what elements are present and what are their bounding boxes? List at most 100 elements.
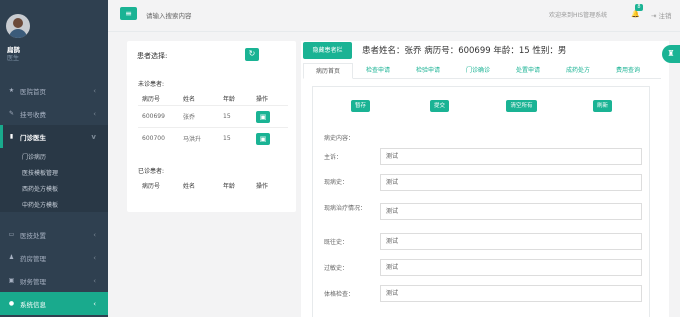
col-header: 姓名 (183, 95, 196, 103)
sidebar: 扁鹊 医生 ★ 医院首页 ‹ ✎ 挂号收费 ‹ ▮ 门诊医生 v 门诊病历 医技… (0, 0, 108, 317)
pending-title: 未诊患者: (138, 81, 165, 88)
user-profile: 扁鹊 医生 (0, 0, 108, 72)
field-label: 现病治疗情况： (324, 205, 367, 212)
person-icon: ♟ (8, 254, 15, 261)
cell-age: 15 (223, 135, 231, 142)
tab-fee-query[interactable]: 费用查询 (603, 63, 653, 79)
record-tabs: 病历首页 检查申请 检验申请 门诊确诊 处置申请 成药处方 费用查询 (303, 63, 661, 79)
col-header: 年龄 (223, 95, 236, 103)
chevron-down-icon: v (91, 132, 96, 141)
dot-icon: ● (8, 300, 15, 307)
cell-id: 600700 (142, 135, 165, 142)
cell-age: 15 (223, 113, 231, 120)
past-history-field[interactable]: 测试 (380, 233, 642, 250)
refresh-form-button[interactable]: 刷新 (593, 100, 612, 112)
sidebar-item-system[interactable]: ● 系统信息 ‹ (0, 292, 108, 315)
table-row[interactable]: 600699 张乔 15 ▣ (138, 105, 288, 127)
sidebar-nav: ★ 医院首页 ‹ ✎ 挂号收费 ‹ ▮ 门诊医生 v 门诊病历 医技模板管理 西… (0, 79, 108, 315)
sidebar-item-label: 门诊医生 (20, 133, 46, 142)
panel-title: 患者选择: (137, 52, 168, 60)
col-header: 姓名 (183, 182, 196, 190)
logout-button[interactable]: ⇥ 注销 (651, 10, 672, 20)
sidebar-item-label: 医技处置 (20, 231, 46, 240)
sidebar-subitem-tech-template[interactable]: 医技模板管理 (0, 164, 108, 180)
cell-name: 张乔 (183, 114, 196, 121)
allergy-field[interactable]: 测试 (380, 259, 642, 276)
sidebar-item-label: 财务管理 (20, 277, 46, 286)
record-panel: 隐藏患者栏 患者姓名：张乔 病历号：600699 年龄：15 性别：男 病历首页… (301, 41, 669, 317)
sidebar-item-pharmacy[interactable]: ♟ 药房管理 ‹ (0, 246, 108, 269)
clear-all-button[interactable]: 清空所有 (506, 100, 537, 112)
patient-select-panel: 患者选择: ↻ 未诊患者: 病历号 姓名 年龄 操作 600699 张乔 15 … (127, 41, 296, 212)
patient-info: 患者姓名：张乔 病历号：600699 年龄：15 性别：男 (362, 46, 567, 56)
sidebar-subitem-medical-record[interactable]: 门诊病历 (0, 148, 108, 164)
physical-exam-field[interactable]: 测试 (380, 285, 642, 302)
sidebar-item-outpatient-doctor[interactable]: ▮ 门诊医生 v (0, 125, 108, 148)
col-header: 年龄 (223, 182, 236, 190)
tab-diagnosis[interactable]: 门诊确诊 (453, 63, 503, 79)
sidebar-item-label: 系统信息 (20, 300, 46, 309)
sidebar-item-registration[interactable]: ✎ 挂号收费 ‹ (0, 102, 108, 125)
tab-treatment-request[interactable]: 处置申请 (503, 63, 553, 79)
field-label: 既往史： (324, 239, 349, 246)
tab-lab-request[interactable]: 检验申请 (403, 63, 453, 79)
cell-name: 马洪升 (183, 136, 202, 143)
section-label: 病史内容： (324, 135, 355, 142)
cell-action: ▣ (256, 110, 286, 123)
field-label: 现病史： (324, 179, 349, 186)
cell-id: 600699 (142, 113, 165, 120)
chevron-left-icon: ‹ (93, 253, 96, 262)
chevron-left-icon: ‹ (93, 299, 96, 308)
col-header: 病历号 (142, 182, 161, 190)
sidebar-item-medtech[interactable]: ▭ 医技处置 ‹ (0, 223, 108, 246)
done-table: 病历号 姓名 年龄 操作 (138, 178, 288, 192)
search-input[interactable]: 请输入搜索内容 (146, 10, 192, 20)
star-icon: ★ (8, 87, 15, 94)
logout-label: 注销 (658, 12, 672, 20)
save-draft-button[interactable]: 暂存 (351, 100, 370, 112)
sidebar-subitem-chinese-template[interactable]: 中药处方模板 (0, 196, 108, 212)
cell-action: ▣ (256, 132, 286, 145)
col-header: 操作 (256, 95, 269, 103)
theme-settings-icon[interactable]: ♜ (662, 45, 680, 63)
avatar[interactable] (6, 14, 30, 38)
tab-record-home[interactable]: 病历首页 (303, 63, 353, 79)
sidebar-item-label: 挂号收费 (20, 110, 46, 119)
sidebar-item-finance[interactable]: ▣ 财务管理 ‹ (0, 269, 108, 292)
monitor-icon: ▭ (8, 231, 15, 238)
sidebar-item-home[interactable]: ★ 医院首页 ‹ (0, 79, 108, 102)
camera-icon[interactable]: ▣ (256, 132, 270, 145)
refresh-button[interactable]: ↻ (245, 48, 259, 61)
col-header: 病历号 (142, 95, 161, 103)
sidebar-item-label: 医院首页 (20, 87, 46, 96)
col-header: 操作 (256, 182, 269, 190)
chevron-left-icon: ‹ (93, 230, 96, 239)
done-title: 已诊患者: (138, 168, 165, 175)
bell-icon[interactable]: 🔔 (631, 10, 640, 18)
hide-patient-bar-button[interactable]: 隐藏患者栏 (303, 42, 352, 59)
chart-icon: ▮ (9, 133, 14, 140)
table-row[interactable]: 600700 马洪升 15 ▣ (138, 127, 288, 149)
desktop-icon: ▣ (8, 277, 15, 284)
logout-icon: ⇥ (651, 12, 657, 20)
chevron-left-icon: ‹ (93, 276, 96, 285)
field-label: 主诉： (324, 154, 343, 161)
field-label: 体格检查： (324, 291, 355, 298)
tab-prescription[interactable]: 成药处方 (553, 63, 603, 79)
edit-icon: ✎ (8, 110, 15, 117)
menu-toggle-button[interactable]: ≡ (120, 7, 137, 20)
top-bar: ≡ 请输入搜索内容 欢迎来到HIS管理系统 🔔 8 ⇥ 注销 (108, 0, 680, 32)
chief-complaint-field[interactable]: 测试 (380, 148, 642, 165)
user-role[interactable]: 医生 (7, 53, 19, 62)
notification-badge: 8 (635, 4, 643, 11)
sidebar-subitem-western-template[interactable]: 西药处方模板 (0, 180, 108, 196)
chevron-left-icon: ‹ (93, 86, 96, 95)
present-illness-field[interactable]: 测试 (380, 174, 642, 191)
table-header: 病历号 姓名 年龄 操作 (138, 178, 288, 192)
submit-button[interactable]: 提交 (430, 100, 449, 112)
field-label: 过敏史： (324, 265, 349, 272)
treatment-field[interactable]: 测试 (380, 203, 642, 220)
camera-icon[interactable]: ▣ (256, 110, 270, 123)
tab-exam-request[interactable]: 检查申请 (353, 63, 403, 79)
